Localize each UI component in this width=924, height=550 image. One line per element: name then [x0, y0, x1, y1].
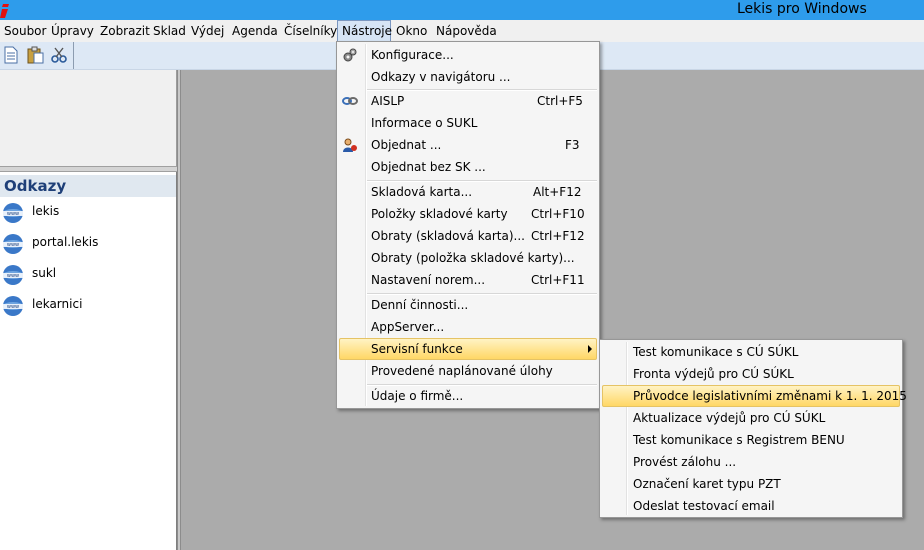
toolbar-separator — [73, 42, 74, 69]
submenu-arrow-icon — [588, 345, 592, 353]
window-title: Lekis pro Windows — [737, 1, 867, 17]
link-item-sukl[interactable]: www sukl — [0, 262, 176, 286]
menu-vydej[interactable]: Výdej — [187, 20, 228, 42]
menu-item-polozky-skladove-karty[interactable]: Položky skladové karty Ctrl+F10 — [339, 203, 597, 225]
menu-item-servisni-funkce[interactable]: Servisní funkce — [339, 338, 597, 360]
svg-text:www: www — [7, 242, 19, 248]
service-submenu: Test komunikace s CÚ SÚKL Fronta výdejů … — [599, 339, 907, 518]
globe-www-icon: www — [3, 234, 23, 254]
new-document-icon[interactable] — [2, 46, 20, 64]
menu-item-provedene-ulohy[interactable]: Provedené naplánované úlohy — [339, 360, 597, 382]
menu-sklad[interactable]: Sklad — [149, 20, 190, 42]
menu-item-objednat[interactable]: Objednat ... F3 — [339, 134, 597, 156]
submenu-item-provest-zalohu[interactable]: Provést zálohu ... — [602, 451, 900, 473]
submenu-item-test-benu[interactable]: Test komunikace s Registrem BENU — [602, 429, 900, 451]
link-label: lekarnici — [32, 297, 83, 311]
menu-ciselniky[interactable]: Číselníky — [280, 20, 341, 42]
vertical-splitter[interactable] — [177, 70, 181, 550]
svg-text:www: www — [7, 273, 19, 279]
menu-okno[interactable]: Okno — [392, 20, 431, 42]
menu-upravy[interactable]: Úpravy — [47, 20, 98, 42]
link-label: portal.lekis — [32, 235, 99, 249]
menu-napoveda[interactable]: Nápověda — [432, 20, 501, 42]
cut-icon[interactable] — [50, 46, 68, 64]
title-bar: Lekis pro Windows — [0, 0, 924, 20]
link-item-portal-lekis[interactable]: www portal.lekis — [0, 231, 176, 255]
submenu-item-aktualizace-vydeju[interactable]: Aktualizace výdejů pro CÚ SÚKL — [602, 407, 900, 429]
links-panel: Odkazy www lekis www portal.lekis www su… — [0, 172, 177, 550]
app-logo-icon — [0, 0, 14, 20]
submenu-item-pruvodce-legislativnimi-zmenami[interactable]: Průvodce legislativními změnami k 1. 1. … — [602, 385, 907, 407]
menu-nastroje[interactable]: Nástroje — [337, 20, 392, 42]
menu-zobrazit[interactable]: Zobrazit — [96, 20, 154, 42]
link-label: lekis — [32, 204, 60, 218]
menu-item-odkazy-v-navigatoru[interactable]: Odkazy v navigátoru ... — [339, 66, 597, 88]
gears-icon — [343, 48, 357, 62]
link-label: sukl — [32, 266, 57, 280]
submenu-item-fronta-vydeju[interactable]: Fronta výdejů pro CÚ SÚKL — [602, 363, 900, 385]
svg-text:www: www — [7, 211, 19, 217]
links-panel-title: Odkazy — [0, 175, 176, 197]
menu-item-konfigurace[interactable]: Konfigurace... — [339, 44, 597, 66]
link-item-lekis[interactable]: www lekis — [0, 200, 176, 224]
link-item-lekarnici[interactable]: www lekarnici — [0, 293, 176, 317]
menu-item-obraty-skladova-karta[interactable]: Obraty (skladová karta)... Ctrl+F12 — [339, 225, 597, 247]
paste-icon[interactable] — [26, 46, 44, 64]
menu-item-obraty-polozka[interactable]: Obraty (položka skladové karty)... — [339, 247, 597, 269]
menu-item-udaje-o-firme[interactable]: Údaje o firmě... — [339, 385, 597, 407]
menu-bar: Soubor Úpravy Zobrazit Sklad Výdej Agend… — [0, 20, 924, 42]
link-icon — [342, 97, 358, 105]
globe-www-icon: www — [3, 203, 23, 223]
left-top-panel — [0, 70, 177, 166]
globe-www-icon: www — [3, 265, 23, 285]
menu-soubor[interactable]: Soubor — [0, 20, 50, 42]
menu-item-appserver[interactable]: AppServer... — [339, 316, 597, 338]
menu-item-objednat-bez-sk[interactable]: Objednat bez SK ... — [339, 156, 597, 178]
menu-item-denni-cinnosti[interactable]: Denní činnosti... — [339, 294, 597, 316]
menu-item-nastaveni-norem[interactable]: Nastavení norem... Ctrl+F11 — [339, 269, 597, 291]
menu-item-aislp[interactable]: AISLP Ctrl+F5 — [339, 90, 597, 112]
submenu-item-test-cu-sukl[interactable]: Test komunikace s CÚ SÚKL — [602, 341, 900, 363]
submenu-item-odeslat-testovaci-email[interactable]: Odeslat testovací email — [602, 495, 900, 517]
tools-menu: Konfigurace... Odkazy v navigátoru ... A… — [336, 41, 600, 409]
svg-text:www: www — [7, 304, 19, 310]
globe-www-icon: www — [3, 296, 23, 316]
submenu-item-oznaceni-karet-pzt[interactable]: Označení karet typu PZT — [602, 473, 900, 495]
person-icon — [343, 138, 357, 152]
menu-item-skladova-karta[interactable]: Skladová karta... Alt+F12 — [339, 181, 597, 203]
menu-agenda[interactable]: Agenda — [228, 20, 282, 42]
menu-item-informace-o-sukl[interactable]: Informace o SUKL — [339, 112, 597, 134]
